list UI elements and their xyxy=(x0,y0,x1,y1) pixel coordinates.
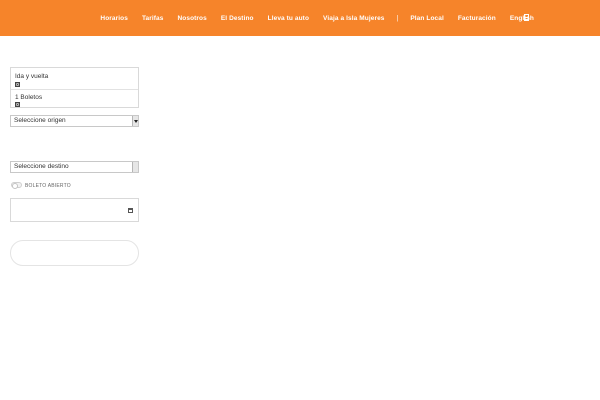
origin-select-value: Seleccione origen xyxy=(14,117,66,124)
chevron-down-icon[interactable] xyxy=(132,162,138,172)
trip-options-box: Ida y vuelta 1 Boletos xyxy=(10,67,139,108)
calendar-icon[interactable] xyxy=(128,208,133,213)
nav-lleva-tu-auto[interactable]: Lleva tu auto xyxy=(268,15,309,22)
nav-separator: | xyxy=(396,14,399,22)
chevron-down-icon[interactable] xyxy=(132,116,138,126)
destination-select[interactable]: Seleccione destino xyxy=(10,161,139,173)
nav-english[interactable]: English xyxy=(510,15,534,22)
nav-horarios[interactable]: Horarios xyxy=(100,15,128,22)
divider xyxy=(11,89,138,90)
trip-type-label[interactable]: Ida y vuelta xyxy=(15,73,48,80)
nav-el-destino[interactable]: El Destino xyxy=(221,15,254,22)
destination-select-value: Seleccione destino xyxy=(14,163,69,170)
nav-nosotros[interactable]: Nosotros xyxy=(177,15,206,22)
date-field[interactable] xyxy=(10,198,139,222)
origin-select[interactable]: Seleccione origen xyxy=(10,115,139,127)
nav-viaja-a-isla-mujeres[interactable]: Viaja a Isla Mujeres xyxy=(323,15,385,22)
site-header: Horarios Tarifas Nosotros El Destino Lle… xyxy=(0,0,600,36)
search-button[interactable] xyxy=(10,240,139,266)
tickets-label[interactable]: 1 Boletos xyxy=(15,94,42,101)
missing-glyph-icon xyxy=(15,102,20,107)
nav-facturacion[interactable]: Facturación xyxy=(458,15,496,22)
missing-glyph-icon xyxy=(15,82,20,87)
nav-tarifas[interactable]: Tarifas xyxy=(142,15,164,22)
open-ticket-label: BOLETO ABIERTO xyxy=(25,183,71,189)
menu-icon[interactable] xyxy=(524,14,529,21)
main-nav: Horarios Tarifas Nosotros El Destino Lle… xyxy=(100,0,534,36)
open-ticket-toggle[interactable] xyxy=(11,182,22,189)
nav-plan-local[interactable]: Plan Local xyxy=(410,15,444,22)
